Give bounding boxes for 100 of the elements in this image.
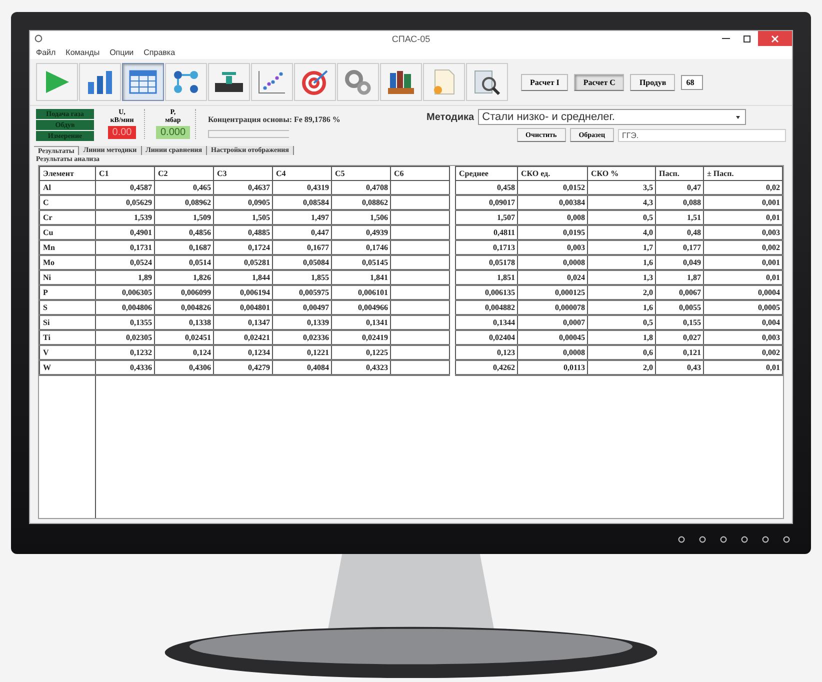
table-cell: 0,008 <box>518 210 588 225</box>
table-cell: 0,002 <box>704 240 782 255</box>
monitor-control-icon[interactable] <box>740 534 749 544</box>
table-cell: 0,4319 <box>272 180 332 195</box>
method-label: Методика <box>426 112 474 122</box>
table-cell: 0,1746 <box>332 240 390 255</box>
table-cell: 2,0 <box>588 285 656 300</box>
table-cell: 0,1341 <box>332 315 390 330</box>
element-cell: Ti <box>40 330 96 345</box>
table-cell: 0,001 <box>704 195 782 210</box>
table-cell: 1,6 <box>588 300 656 315</box>
table-cell: 0,1687 <box>154 240 214 255</box>
table-cell: 1,3 <box>588 270 656 285</box>
window-title: СПАС-05 <box>392 34 430 44</box>
table-cell: 4,3 <box>588 195 656 210</box>
table-cell: 0,000078 <box>518 300 588 315</box>
table-cell: 0,0004 <box>704 285 782 300</box>
menu-item[interactable]: Команды <box>66 48 100 57</box>
table-cell: 1,826 <box>154 270 214 285</box>
table-cell <box>390 330 450 345</box>
table-cell: 1,51 <box>656 210 704 225</box>
column-header: C5 <box>332 166 390 180</box>
sample-field[interactable]: ГГЭ. <box>618 128 786 142</box>
counter-field[interactable]: 68 <box>681 74 704 90</box>
table-cell: 0,5 <box>588 315 656 330</box>
menu-item[interactable]: Справка <box>144 48 176 57</box>
calc-button[interactable]: Продув <box>630 74 676 90</box>
table-cell: 0,00045 <box>518 330 588 345</box>
table-cell: 0,0905 <box>214 195 272 210</box>
toolbar-button[interactable] <box>380 63 422 101</box>
table-cell: 0,1234 <box>214 345 272 360</box>
table-cell: 0,4939 <box>332 225 390 240</box>
table-cell: 0,4336 <box>96 360 154 375</box>
table-cell <box>390 315 450 330</box>
table-cell: 0,0113 <box>518 360 588 375</box>
minimize-icon <box>722 38 730 39</box>
element-cell: Si <box>40 315 96 330</box>
table-cell <box>390 240 450 255</box>
table-cell: 0,05281 <box>214 255 272 270</box>
scatter-chart-icon <box>256 68 288 96</box>
table-cell <box>390 195 450 210</box>
table-cell: 0,1232 <box>96 345 154 360</box>
element-cell: V <box>40 345 96 360</box>
table-cell: 0,0005 <box>704 300 782 315</box>
monitor-control-icon[interactable] <box>698 534 707 544</box>
table-cell: 0,1724 <box>214 240 272 255</box>
table-cell: 0,0152 <box>518 180 588 195</box>
column-header: Пасп. <box>656 166 704 180</box>
toolbar-button[interactable] <box>208 63 250 101</box>
table-cell <box>390 360 450 375</box>
table-cell: 4,0 <box>588 225 656 240</box>
table-cell: 1,506 <box>332 210 390 225</box>
table-cell: 0,123 <box>456 345 518 360</box>
table-cell: 0,002 <box>704 345 782 360</box>
table-cell: 0,05629 <box>96 195 154 210</box>
books-icon <box>385 68 417 96</box>
table-cell: 0,4811 <box>456 225 518 240</box>
table-cell: 0,02421 <box>214 330 272 345</box>
table-cell: 0,447 <box>272 225 332 240</box>
table-cell: 1,844 <box>214 270 272 285</box>
table-cell: 0,4587 <box>96 180 154 195</box>
table-cell: 0,458 <box>456 180 518 195</box>
table-cell: 0,43 <box>656 360 704 375</box>
table-cell: 0,004806 <box>96 300 154 315</box>
table-cell: 0,02336 <box>272 330 332 345</box>
table-cell: 0,09017 <box>456 195 518 210</box>
column-header: Среднее <box>456 166 518 180</box>
monitor-control-icon[interactable] <box>677 534 686 544</box>
table-cell: 0,4323 <box>332 360 390 375</box>
table-cell: 0,001 <box>704 255 782 270</box>
element-cell: C <box>40 195 96 210</box>
toolbar-button[interactable] <box>165 63 207 101</box>
table-cell: 0,05178 <box>456 255 518 270</box>
element-cell: S <box>40 300 96 315</box>
table-cell: 0,0524 <box>96 255 154 270</box>
close-button[interactable] <box>758 31 792 46</box>
toolbar-button[interactable] <box>79 63 121 101</box>
table-cell: 0,003 <box>518 240 588 255</box>
table-cell: 0,1355 <box>96 315 154 330</box>
table-cell: 0,4708 <box>332 180 390 195</box>
table-cell <box>390 180 450 195</box>
table-cell: 0,006099 <box>154 285 214 300</box>
table-cell <box>390 300 450 315</box>
table-cell <box>390 270 450 285</box>
column-header: C3 <box>214 166 272 180</box>
toolbar-button[interactable] <box>466 63 508 101</box>
monitor-control-icon[interactable] <box>761 534 770 544</box>
table-cell: 0,01 <box>704 210 782 225</box>
table-cell: 0,004801 <box>214 300 272 315</box>
menu-item[interactable]: Файл <box>36 48 56 57</box>
monitor-control-icon[interactable] <box>782 534 791 544</box>
table-cell: 0,1731 <box>96 240 154 255</box>
calc-button[interactable]: Расчет C <box>574 74 624 90</box>
method-dropdown[interactable]: Стали низко- и среднелег. <box>478 109 746 125</box>
table-cell: 0,08584 <box>272 195 332 210</box>
calc-button[interactable]: Расчет I <box>521 74 568 90</box>
element-cell: Ni <box>40 270 96 285</box>
monitor-control-icon[interactable] <box>719 534 728 544</box>
table-cell: 3,5 <box>588 180 656 195</box>
menu-item[interactable]: Опции <box>110 48 134 57</box>
